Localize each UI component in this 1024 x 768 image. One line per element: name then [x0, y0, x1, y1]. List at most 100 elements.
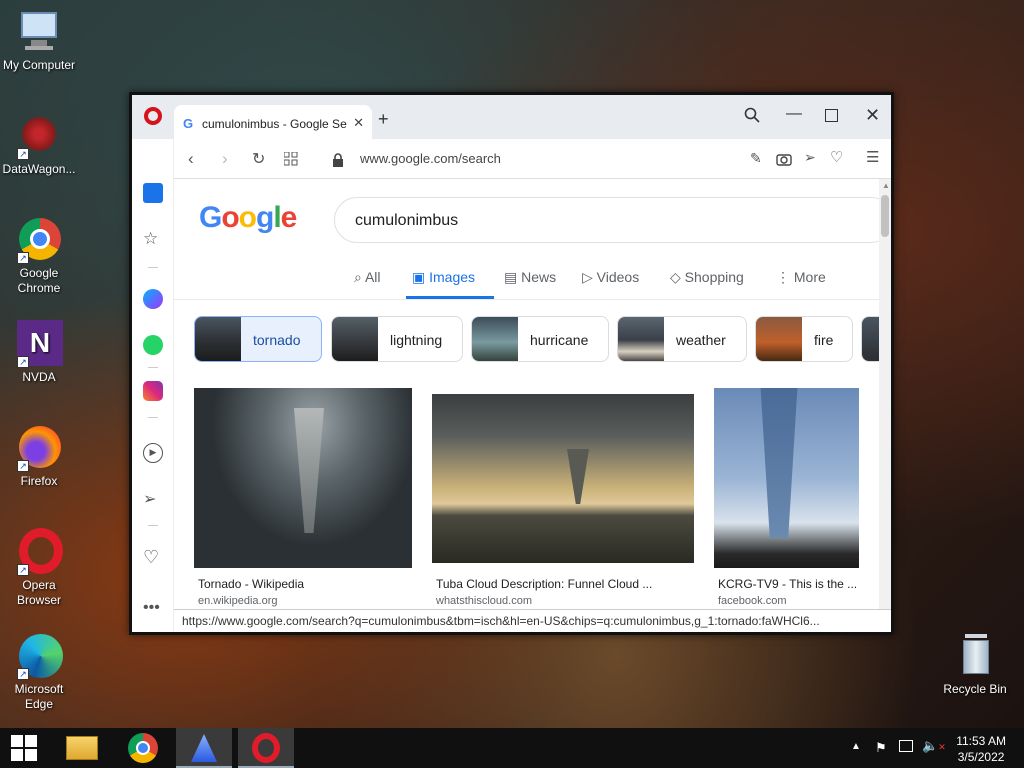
flame-app-icon	[191, 734, 217, 762]
desktop-icon-label: My Computer	[2, 58, 76, 72]
result-image-funnel-cloud[interactable]	[432, 394, 694, 563]
opera-icon	[252, 733, 280, 763]
scroll-thumb[interactable]	[881, 195, 889, 237]
maximize-button[interactable]	[825, 109, 838, 122]
lock-icon[interactable]	[332, 152, 344, 172]
chrome-taskbar-button[interactable]	[115, 728, 171, 768]
page-content: Google cumulonimbus ⌕ All ▣ Images ▤ New…	[174, 179, 879, 609]
desktop-icon-google-chrome[interactable]: ↗ Google Chrome	[0, 216, 78, 296]
favorites-heart-icon[interactable]: ♡	[143, 547, 163, 567]
google-logo[interactable]: Google	[199, 201, 297, 235]
chip-tornado[interactable]: tornado	[194, 316, 322, 362]
file-explorer-taskbar-button[interactable]	[55, 728, 111, 768]
clock-time: 11:53 AM	[956, 734, 1006, 748]
result-caption[interactable]: KCRG-TV9 - This is the ...	[718, 577, 857, 591]
tab-videos[interactable]: ▷ Videos	[582, 269, 639, 286]
bookmarks-icon[interactable]: ☆	[143, 229, 163, 249]
new-tab-button[interactable]: +	[378, 109, 389, 130]
network-icon[interactable]	[899, 740, 913, 752]
close-window-button[interactable]: ✕	[865, 105, 880, 126]
snapshot-icon[interactable]	[776, 151, 792, 171]
app-taskbar-button[interactable]	[176, 728, 232, 768]
desktop-icon-label: Firefox	[20, 474, 58, 488]
sidebar-separator	[148, 267, 158, 268]
opera-taskbar-button[interactable]	[238, 728, 294, 768]
divider	[174, 299, 879, 300]
title-bar: G cumulonimbus - Google Se ✕ + — ✕	[132, 95, 891, 139]
desktop-icon-firefox[interactable]: ↗ Firefox	[0, 424, 78, 489]
nvda-icon: N ↗	[15, 320, 63, 368]
volume-muted-icon[interactable]: 🔈✕	[922, 738, 946, 754]
send-icon[interactable]: ➢	[804, 149, 816, 166]
chip-thumbnail	[332, 317, 378, 361]
start-button[interactable]	[0, 728, 48, 768]
result-caption[interactable]: Tuba Cloud Description: Funnel Cloud ...	[436, 577, 652, 591]
player-icon[interactable]: ▶	[143, 443, 163, 463]
instagram-icon[interactable]	[143, 381, 163, 401]
system-clock[interactable]: 11:53 AM 3/5/2022	[956, 733, 1006, 765]
browser-tab[interactable]: G cumulonimbus - Google Se ✕	[174, 105, 372, 139]
messenger-icon[interactable]	[143, 289, 163, 309]
action-center-flag-icon[interactable]: ⚑	[875, 740, 887, 756]
tab-news[interactable]: ▤ News	[504, 269, 556, 286]
recycle-bin-icon	[951, 632, 999, 680]
settings-menu-icon[interactable]: ☰	[866, 148, 879, 166]
windows-logo-icon	[11, 735, 37, 761]
search-tabs-icon[interactable]	[744, 107, 760, 128]
result-caption[interactable]: Tornado - Wikipedia	[198, 577, 304, 591]
google-favicon-icon: G	[183, 116, 194, 131]
opera-browser-window: G cumulonimbus - Google Se ✕ + — ✕ ‹ › ↻…	[129, 92, 894, 635]
desktop-icon-label: Recycle Bin	[943, 682, 1007, 696]
chip-weather[interactable]: weather	[617, 316, 747, 362]
chip-fire[interactable]: fire	[755, 316, 853, 362]
chip-lightning[interactable]: lightning	[331, 316, 463, 362]
desktop-icon-label: Google Chrome	[17, 266, 61, 295]
address-bar: ‹ › ↻ www.google.com/search ✎ ➢ ♡ ☰	[174, 139, 891, 179]
tab-more[interactable]: ⋮ More	[776, 269, 826, 286]
desktop-icon-recycle-bin[interactable]: Recycle Bin	[936, 632, 1014, 697]
result-source[interactable]: en.wikipedia.org	[198, 595, 278, 607]
desktop-icon-label: DataWagon...	[2, 162, 76, 176]
chip-hurricane[interactable]: hurricane	[471, 316, 609, 362]
tab-images[interactable]: ▣ Images	[412, 269, 475, 286]
result-image-tornado[interactable]	[194, 388, 412, 568]
home-icon[interactable]	[143, 183, 163, 203]
desktop-icon-opera[interactable]: ↗ Opera Browser	[0, 528, 78, 608]
tab-grid-icon[interactable]	[283, 151, 298, 171]
vertical-scrollbar[interactable]: ▲	[879, 179, 891, 609]
computer-icon	[15, 8, 63, 56]
images-icon: ▣	[412, 269, 430, 285]
result-source[interactable]: whatsthiscloud.com	[436, 595, 532, 607]
opera-icon: ↗	[15, 528, 63, 576]
sidebar-separator	[148, 525, 158, 526]
desktop-icon-datawagon[interactable]: ↗ DataWagon...	[0, 112, 78, 177]
desktop-icon-edge[interactable]: ↗ Microsoft Edge	[0, 632, 78, 712]
forward-icon[interactable]: ›	[222, 149, 228, 169]
desktop-icon-nvda[interactable]: N ↗ NVDA	[0, 320, 78, 385]
bookmark-heart-icon[interactable]: ♡	[830, 148, 843, 166]
minimize-button[interactable]: —	[786, 105, 802, 123]
result-source[interactable]: facebook.com	[718, 595, 786, 607]
tab-all[interactable]: ⌕ All	[354, 269, 381, 286]
chip-overflow[interactable]	[861, 316, 879, 362]
desktop-icon-label: NVDA	[22, 370, 56, 384]
url-text[interactable]: www.google.com/search	[360, 151, 501, 166]
back-icon[interactable]: ‹	[188, 149, 194, 169]
whatsapp-icon[interactable]	[143, 335, 163, 355]
sidebar-more-icon[interactable]: •••	[143, 599, 163, 619]
chip-thumbnail	[756, 317, 802, 361]
taskbar: ▲ ⚑ 🔈✕ 11:53 AM 3/5/2022	[0, 728, 1024, 768]
result-image-kcrg[interactable]	[714, 388, 859, 568]
search-input[interactable]: cumulonimbus	[334, 197, 879, 243]
reload-icon[interactable]: ↻	[252, 149, 265, 169]
desktop-icon-my-computer[interactable]: My Computer	[0, 8, 78, 73]
opera-menu-icon[interactable]	[144, 107, 162, 125]
easy-setup-icon[interactable]: ✎	[750, 150, 762, 167]
scroll-up-icon[interactable]: ▲	[882, 181, 890, 190]
more-vertical-icon: ⋮	[776, 269, 794, 285]
show-hidden-icons[interactable]: ▲	[851, 741, 861, 752]
tab-shopping[interactable]: ◇ Shopping	[670, 269, 744, 286]
flow-send-icon[interactable]: ➢	[143, 489, 163, 509]
tab-close-icon[interactable]: ✕	[353, 115, 364, 131]
desktop-icon-label: Microsoft Edge	[14, 682, 64, 711]
